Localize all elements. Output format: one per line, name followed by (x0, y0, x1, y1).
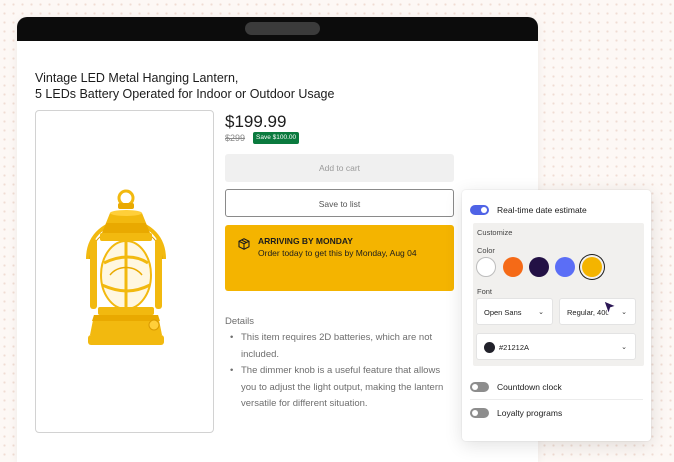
countdown-clock-toggle[interactable] (470, 382, 489, 392)
save-badge: Save $100.00 (253, 132, 300, 144)
cursor-arrow-icon (603, 300, 617, 316)
delivery-heading: ARRIVING BY MONDAY (258, 236, 353, 246)
list-item: The dimmer knob is a useful feature that… (227, 363, 452, 413)
list-item: This item requires 2D batteries, which a… (227, 330, 452, 363)
delivery-message: Order today to get this by Monday, Aug 0… (258, 248, 417, 258)
browser-window: Vintage LED Metal Hanging Lantern, 5 LED… (17, 17, 538, 462)
realtime-date-label: Real-time date estimate (497, 205, 587, 215)
color-swatch-yellow[interactable] (582, 257, 602, 277)
font-family-select[interactable]: Open Sans ⌄ (476, 298, 553, 325)
product-title: Vintage LED Metal Hanging Lantern, 5 LED… (35, 70, 415, 102)
customize-panel: Real-time date estimate Customize Color … (462, 190, 651, 441)
loyalty-programs-label: Loyalty programs (497, 408, 563, 418)
address-bar[interactable] (245, 22, 320, 35)
font-label: Font (477, 287, 493, 296)
chevron-down-icon: ⌄ (621, 344, 627, 351)
delivery-banner: ARRIVING BY MONDAY Order today to get th… (225, 225, 454, 291)
color-swatch-white[interactable] (476, 257, 496, 277)
countdown-clock-label: Countdown clock (497, 382, 562, 392)
customize-section: Customize Color Font Open Sans ⌄ Regular… (473, 223, 644, 366)
color-swatch-orange[interactable] (503, 257, 523, 277)
color-swatch-blue[interactable] (555, 257, 575, 277)
font-family-value: Open Sans (484, 308, 522, 317)
details-list: This item requires 2D batteries, which a… (227, 330, 452, 413)
product-title-line-1: Vintage LED Metal Hanging Lantern, (35, 71, 239, 85)
realtime-date-toggle[interactable] (470, 205, 489, 215)
chevron-down-icon: ⌄ (621, 309, 627, 316)
chevron-down-icon: ⌄ (538, 309, 544, 316)
color-label: Color (477, 246, 495, 255)
customize-label: Customize (477, 228, 513, 237)
original-price: $299 (225, 133, 246, 143)
text-color-select[interactable]: #21212A ⌄ (476, 333, 636, 360)
divider (470, 399, 643, 400)
lantern-image (86, 189, 166, 345)
color-swatch-dark-purple[interactable] (529, 257, 549, 277)
product-image[interactable] (35, 110, 214, 433)
window-titlebar (17, 17, 538, 41)
font-weight-select[interactable]: Regular, 400 ⌄ (559, 298, 636, 325)
text-color-value: #21212A (499, 343, 530, 352)
loyalty-programs-toggle[interactable] (470, 408, 489, 418)
product-price: $199.99 (225, 112, 287, 131)
package-icon (238, 238, 250, 250)
save-to-list-button[interactable]: Save to list (225, 189, 454, 217)
details-heading: Details (225, 316, 255, 327)
color-preview-dot (484, 341, 495, 353)
add-to-cart-button[interactable]: Add to cart (225, 154, 454, 182)
product-title-line-2: 5 LEDs Battery Operated for Indoor or Ou… (35, 87, 335, 101)
